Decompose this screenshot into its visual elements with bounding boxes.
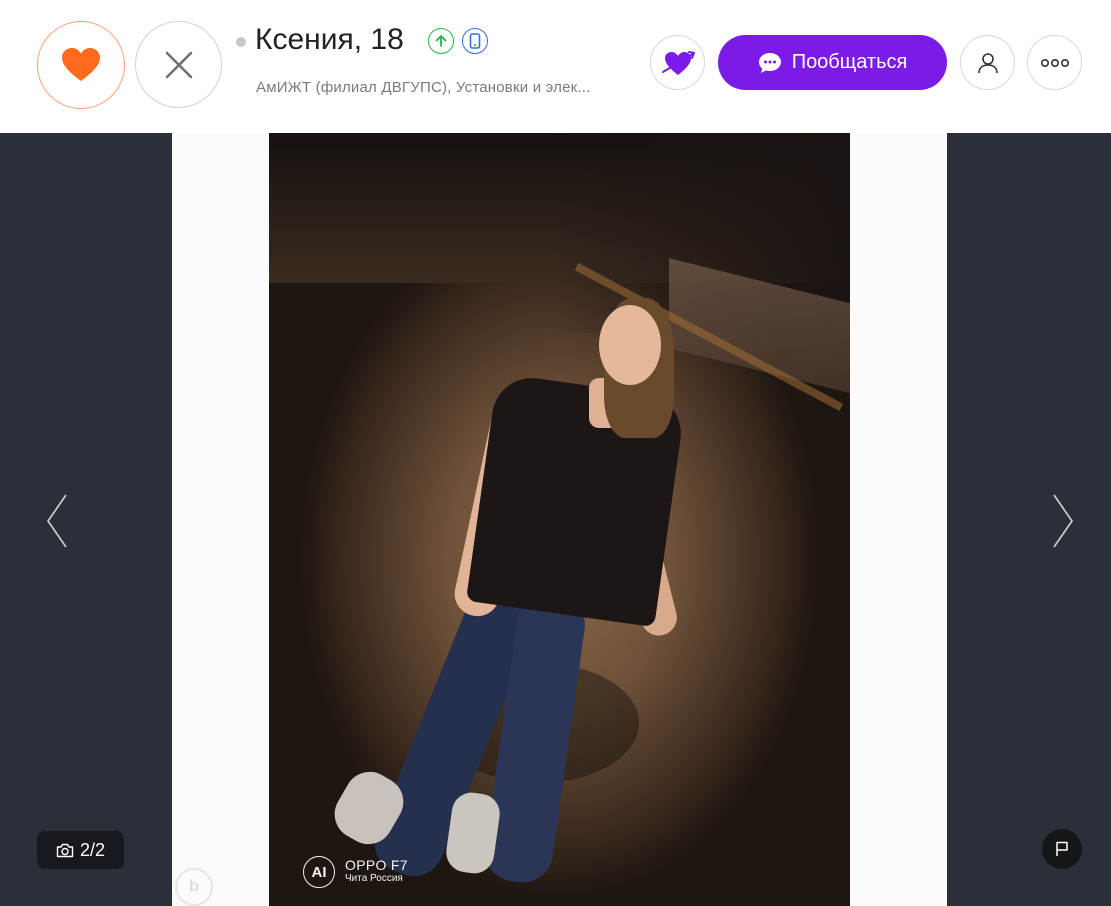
previous-photo-button[interactable]	[44, 493, 70, 549]
like-button[interactable]	[37, 21, 125, 109]
chat-button[interactable]: Пообщаться	[718, 35, 947, 90]
next-photo-button[interactable]	[1050, 493, 1076, 549]
profile-photo[interactable]: AI OPPO F7 Чита Россия	[269, 133, 850, 906]
mobile-badge[interactable]	[462, 28, 488, 54]
phone-icon	[469, 33, 481, 49]
photo-counter: 2/2	[37, 831, 124, 869]
site-watermark-logo: b	[175, 868, 213, 906]
photo-gallery: AI OPPO F7 Чита Россия b 2/2	[0, 133, 1111, 906]
skip-button[interactable]	[135, 21, 222, 108]
chevron-left-icon	[47, 494, 67, 548]
photo-frame: AI OPPO F7 Чита Россия b	[172, 133, 947, 906]
chat-bubble-icon	[758, 52, 782, 74]
camera-icon	[56, 843, 74, 857]
heart-icon	[62, 48, 100, 81]
profile-header: Ксения, 18 АмИЖТ (филиал ДВГУПС), Устано…	[0, 0, 1111, 133]
profile-name-age: Ксения, 18	[255, 23, 404, 56]
close-icon	[165, 51, 192, 78]
online-status-dot	[236, 37, 246, 47]
chevron-right-icon	[1053, 494, 1073, 548]
view-profile-button[interactable]	[960, 35, 1015, 90]
more-dots-icon	[1040, 58, 1069, 67]
report-button[interactable]	[1042, 829, 1082, 869]
flag-icon	[1056, 841, 1068, 856]
watermark-location: Чита Россия	[345, 873, 403, 884]
verified-badge[interactable]	[428, 28, 454, 54]
chat-button-label: Пообщаться	[791, 51, 908, 73]
heart-arrow-icon	[661, 50, 695, 75]
arrow-up-icon	[435, 35, 447, 47]
camera-watermark: AI OPPO F7 Чита Россия	[303, 856, 408, 888]
photo-counter-text: 2/2	[79, 839, 106, 860]
more-options-button[interactable]	[1027, 35, 1082, 90]
send-valentine-button[interactable]	[650, 35, 705, 90]
profile-education: АмИЖТ (филиал ДВГУПС), Установки и элек.…	[256, 79, 591, 96]
watermark-ai-logo: AI	[303, 856, 335, 888]
user-icon	[977, 52, 998, 73]
watermark-model: OPPO F7	[345, 857, 408, 873]
